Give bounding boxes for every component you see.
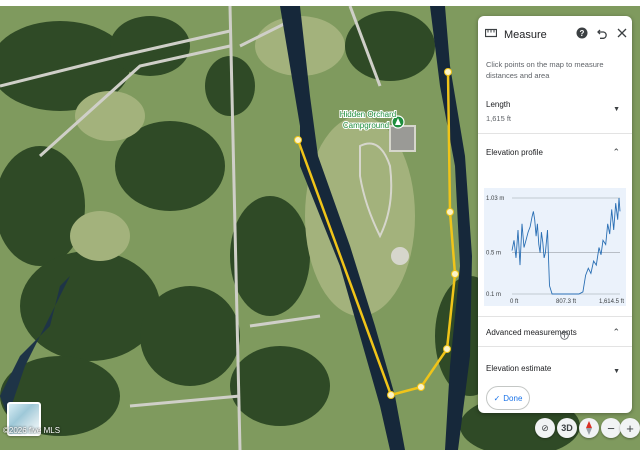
elevation-label: Elevation profile [486, 148, 543, 157]
panel-description: Click points on the map to measure dista… [486, 60, 604, 80]
tilt-icon[interactable]: ⊘ [535, 418, 555, 438]
length-unit-dropdown[interactable]: ▼ [613, 106, 620, 113]
help-icon[interactable]: ? [575, 26, 589, 40]
zoom-in-button[interactable]: + [620, 418, 640, 438]
length-value: 1,615 ft [486, 114, 512, 123]
elevation-estimate-label: Elevation estimate [486, 364, 552, 373]
divider [478, 133, 632, 134]
check-icon: ✓ [493, 393, 501, 403]
y-tick-label: 1.03 m [486, 196, 504, 202]
x-tick-label: 1,614.5 ft [599, 299, 624, 305]
chart-background [484, 188, 626, 306]
measure-panel: Measure ? Click points on the map to mea… [478, 16, 632, 413]
done-label: Done [503, 393, 523, 403]
ruler-icon [484, 26, 498, 40]
svg-text:?: ? [580, 29, 585, 38]
y-tick-label: 0.1 m [486, 292, 501, 298]
y-tick-label: 0.5 m [486, 251, 501, 257]
elevation-chart: 1.03 m 0.5 m 0.1 m 0 ft 807.3 ft 1,614.5 ft [484, 188, 626, 306]
x-tick-label: 0 ft [510, 299, 519, 305]
undo-icon[interactable] [595, 26, 609, 40]
estimate-dropdown[interactable]: ▼ [613, 368, 620, 375]
info-icon[interactable] [560, 327, 569, 345]
done-button[interactable]: ✓ Done [486, 386, 530, 410]
close-icon[interactable] [615, 26, 629, 40]
length-label: Length [486, 100, 511, 109]
map-view[interactable]: Hidden Orchard Campground ©2026 five MLS… [0, 0, 640, 450]
copyright-text: ©2026 five MLS [3, 426, 61, 435]
view-3d-button[interactable]: 3D [557, 418, 577, 438]
place-label-line1[interactable]: Hidden Orchard [339, 109, 397, 120]
place-label-line2[interactable]: Campground [342, 120, 390, 131]
x-tick-label: 807.3 ft [556, 299, 576, 305]
chevron-up-icon[interactable]: ⌃ [612, 147, 620, 158]
divider [478, 346, 632, 347]
zoom-out-button[interactable]: − [601, 418, 621, 438]
panel-title: Measure [504, 29, 547, 41]
compass-icon[interactable] [579, 418, 599, 438]
chevron-up-icon[interactable]: ⌃ [612, 327, 620, 338]
divider [478, 316, 632, 317]
